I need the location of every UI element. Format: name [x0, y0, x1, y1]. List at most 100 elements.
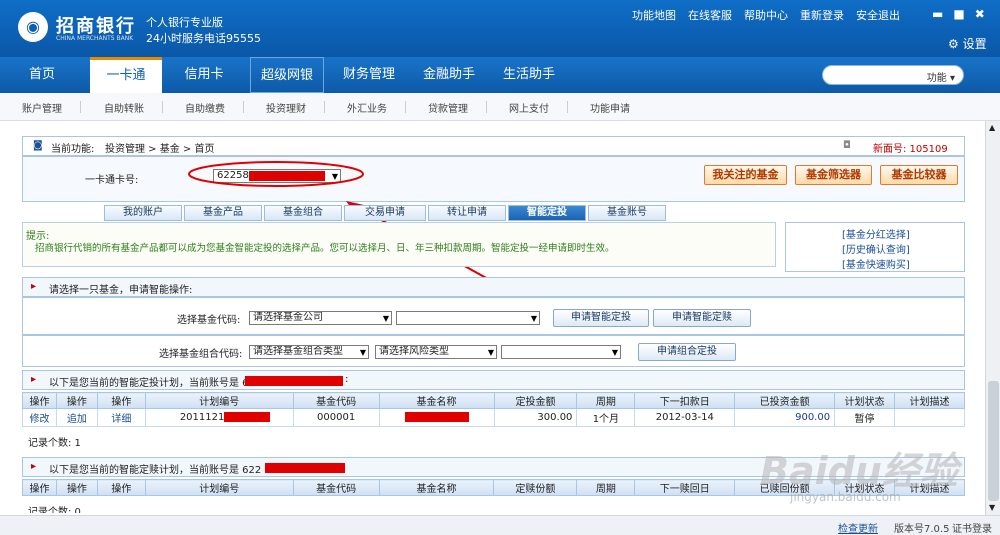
column-header: 基金代码 [292, 479, 380, 496]
fund-code-label: 选择基金代码: [177, 315, 241, 326]
tab-fund-combo[interactable]: 基金组合 [264, 205, 342, 221]
column-header: 定投金额 [493, 392, 578, 409]
table-header-row: 操作 操作 操作 计划编号 基金代码 基金名称 定投金额 周期 下一扣款日 已投… [22, 392, 965, 409]
settings-button[interactable]: ⚙ 设置 [948, 35, 987, 52]
tab-trade-apply[interactable]: 交易申请 [344, 205, 426, 221]
nav-credit[interactable]: 信用卡 [172, 57, 236, 93]
fund-name-cell [378, 408, 495, 427]
column-header: 计划编号 [144, 392, 294, 409]
bullet-icon: ▸ [31, 461, 37, 472]
subnav-invest[interactable]: 投资理财 [266, 100, 306, 115]
column-header: 基金名称 [378, 479, 495, 496]
tab-smart-invest[interactable]: 智能定投 [508, 205, 586, 221]
column-header: 下一赎回日 [634, 479, 736, 496]
bullet-icon: ▸ [31, 281, 37, 292]
column-header: 下一扣款日 [634, 392, 736, 409]
tab-my-account[interactable]: 我的账户 [104, 205, 182, 221]
column-header: 周期 [576, 479, 636, 496]
fund-code-cell: 000001 [292, 408, 380, 427]
nav-card[interactable]: 一卡通 [90, 57, 162, 93]
risk-type-select[interactable]: 请选择风险类型 ▼ [375, 345, 497, 359]
apply-title: 请选择一只基金，申请智能操作: [49, 285, 193, 296]
subnav-account[interactable]: 账户管理 [22, 100, 62, 115]
separator [324, 101, 325, 113]
apply-smart-redeem-button[interactable]: 申请智能定赎 [653, 309, 751, 327]
side-links: [基金分红选择] [历史确认查询] [基金快速购买] [785, 222, 965, 272]
column-header: 已投资金额 [734, 392, 836, 409]
fund-code-row: 选择基金代码: 请选择基金公司 ▼ ▼ 申请智能定投 申请智能定赎 [22, 297, 965, 335]
scroll-thumb[interactable] [988, 381, 999, 501]
subnav-forex[interactable]: 外汇业务 [347, 100, 387, 115]
link-quick-buy[interactable]: [基金快速购买] [842, 256, 910, 271]
plan-desc-cell [894, 408, 965, 427]
annotation-ellipse [188, 161, 364, 187]
link-logout[interactable]: 安全退出 [856, 7, 900, 23]
tab-fund-account[interactable]: 基金账号 [588, 205, 666, 221]
apply-smart-invest-button[interactable]: 申请智能定投 [553, 309, 649, 327]
chevron-down-icon: ▼ [530, 314, 537, 323]
tab-transfer-apply[interactable]: 转让申请 [428, 205, 506, 221]
period-cell: 1个月 [576, 408, 636, 427]
fund-company-value: 请选择基金公司 [253, 312, 323, 323]
column-header: 基金名称 [378, 392, 495, 409]
column-header: 操作 [96, 479, 146, 496]
maximize-icon[interactable]: ■ [953, 7, 964, 21]
nav-finance[interactable]: 财务管理 [334, 57, 404, 93]
subnav-loan[interactable]: 贷款管理 [428, 100, 468, 115]
subnav-epay[interactable]: 网上支付 [509, 100, 549, 115]
apply-combo-invest-button[interactable]: 申请组合定投 [638, 343, 736, 361]
search-function-dropdown[interactable]: 功能 ▾ [927, 69, 955, 84]
apply-section-header: ▸ 请选择一只基金，申请智能操作: [22, 277, 965, 297]
nav-super-ebank[interactable]: 超级网银 [250, 57, 324, 93]
column-header: 操作 [22, 479, 57, 496]
column-header: 周期 [576, 392, 636, 409]
bullet-icon: ▸ [31, 374, 37, 385]
add-link[interactable]: 追加 [55, 408, 98, 427]
column-header: 操作 [55, 392, 98, 409]
watermark: Baidu经验 [760, 449, 958, 493]
nav-assistant[interactable]: 金融助手 [414, 57, 484, 93]
link-help-center[interactable]: 帮助中心 [744, 7, 788, 23]
separator [405, 101, 406, 113]
cert-login-label[interactable]: 证书登录 [952, 520, 992, 535]
redeem-title: 以下是您当前的智能定赎计划，当前账号是 622 [49, 465, 262, 476]
fund-code-select[interactable]: ▼ [396, 311, 540, 325]
chevron-down-icon: ▼ [611, 348, 618, 357]
scroll-down-icon[interactable]: ▼ [989, 503, 995, 512]
subnav-transfer[interactable]: 自助转账 [104, 100, 144, 115]
subnav-payment[interactable]: 自助缴费 [185, 100, 225, 115]
combo-code-label: 选择基金组合代码: [159, 349, 243, 360]
minimize-icon[interactable]: ▬ [932, 7, 943, 21]
nav-home[interactable]: 首页 [12, 57, 72, 93]
gear-icon: ⚙ [948, 37, 959, 51]
combo-type-select[interactable]: 请选择基金组合类型 ▼ [249, 345, 369, 359]
modify-link[interactable]: 修改 [22, 408, 57, 427]
tab-fund-products[interactable]: 基金产品 [184, 205, 262, 221]
link-dividend[interactable]: [基金分红选择] [842, 226, 910, 241]
search-input[interactable]: 功能 ▾ [822, 65, 964, 85]
chevron-down-icon: ▼ [487, 348, 494, 357]
subnav-apply[interactable]: 功能申请 [590, 100, 630, 115]
colon: : [345, 374, 349, 385]
close-icon[interactable]: ✖ [975, 7, 985, 21]
scroll-up-icon[interactable]: ▲ [989, 123, 995, 132]
vertical-scrollbar[interactable]: ▲ ▼ [985, 121, 1000, 515]
separator [567, 101, 568, 113]
plan-section-header: ▸ 以下是您当前的智能定投计划，当前账号是 6 : [22, 370, 965, 390]
plan-table: 操作 操作 操作 计划编号 基金代码 基金名称 定投金额 周期 下一扣款日 已投… [22, 392, 965, 427]
fund-company-select[interactable]: 请选择基金公司 ▼ [249, 311, 392, 325]
bank-name-en: CHINA MERCHANTS BANK [56, 35, 134, 42]
link-relogin[interactable]: 重新登录 [800, 7, 844, 23]
column-header: 计划描述 [894, 392, 965, 409]
link-online-service[interactable]: 在线客服 [688, 7, 732, 23]
plan-id-cell: 2011121 [144, 408, 294, 427]
nav-life[interactable]: 生活助手 [494, 57, 564, 93]
link-function-map[interactable]: 功能地图 [632, 7, 676, 23]
detail-link[interactable]: 详细 [96, 408, 146, 427]
check-update-link[interactable]: 检查更新 [838, 520, 878, 535]
column-header: 计划编号 [144, 479, 294, 496]
settings-label: 设置 [962, 37, 987, 51]
edition-label: 个人银行专业版 [146, 16, 223, 29]
link-history[interactable]: [历史确认查询] [842, 241, 910, 256]
combo-code-select[interactable]: ▼ [501, 345, 621, 359]
